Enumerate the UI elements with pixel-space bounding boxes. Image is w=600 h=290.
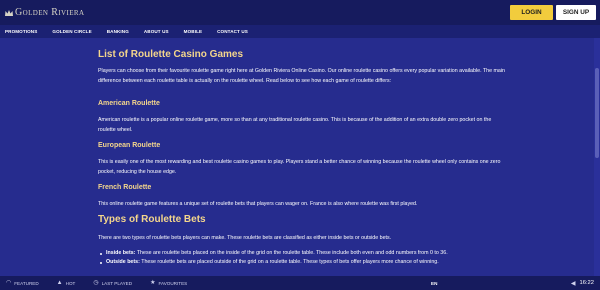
inside-bets-term: Inside bets: xyxy=(106,250,136,256)
outside-bets-text: These roulette bets are placed outside o… xyxy=(139,259,439,265)
scrollbar-thumb[interactable] xyxy=(595,68,599,158)
wifi-icon: ◠ xyxy=(6,280,12,286)
clock-time: 16:22 xyxy=(579,280,594,286)
types-intro: There are two types of roulette bets pla… xyxy=(98,235,392,241)
login-button[interactable]: LOGIN xyxy=(510,5,553,20)
nav-item-golden-circle[interactable]: GOLDEN CIRCLE xyxy=(52,29,91,34)
crown-icon xyxy=(5,9,13,16)
brand-logo[interactable]: Golden Riviera xyxy=(4,4,84,21)
types-title: Types of Roulette Bets xyxy=(98,214,206,225)
footer-last-played-label: LAST PLAYED xyxy=(101,280,133,286)
footer-featured-label: FEATURED xyxy=(14,280,39,286)
outside-bets-term: Outside bets: xyxy=(106,259,140,265)
footer-favourites[interactable]: ★ FAVOURITES xyxy=(150,280,187,286)
site-header: Golden Riviera LOGIN SIGN UP xyxy=(0,0,600,25)
flame-icon: ▲ xyxy=(56,280,63,286)
page-scrollbar[interactable] xyxy=(594,38,600,276)
american-roulette-text: American roulette is a popular online ro… xyxy=(98,117,492,133)
nav-item-about-us[interactable]: ABOUT US xyxy=(144,29,169,34)
french-roulette-heading: French Roulette xyxy=(98,184,152,191)
language-selector[interactable]: EN xyxy=(431,276,437,290)
intro-paragraph: Players can choose from their favourite … xyxy=(98,68,505,84)
main-nav: PROMOTIONS GOLDEN CIRCLE BANKING ABOUT U… xyxy=(0,25,600,38)
article-content: List of Roulette Casino Games Players ca… xyxy=(0,38,600,276)
volume-icon[interactable]: ◀ xyxy=(571,280,576,287)
inside-bets-text: These are roulette bets placed on the in… xyxy=(135,250,448,256)
european-roulette-text: This is easily one of the most rewarding… xyxy=(98,159,501,175)
footer-featured[interactable]: ◠ FEATURED xyxy=(6,280,39,286)
game-footer-bar: ◠ FEATURED ▲ HOT ◷ LAST PLAYED ★ FAVOURI… xyxy=(0,276,600,290)
list-item: Inside bets: These are roulette bets pla… xyxy=(100,249,510,258)
footer-hot[interactable]: ▲ HOT xyxy=(57,280,76,286)
nav-item-mobile[interactable]: MOBILE xyxy=(184,29,202,34)
nav-item-promotions[interactable]: PROMOTIONS xyxy=(5,29,37,34)
clock-icon: ◷ xyxy=(93,280,99,286)
french-roulette-text: This online roulette game features a uni… xyxy=(98,201,418,207)
list-item: Outside bets: These roulette bets are pl… xyxy=(100,258,510,267)
nav-item-banking[interactable]: BANKING xyxy=(107,29,129,34)
footer-last-played[interactable]: ◷ LAST PLAYED xyxy=(93,280,132,286)
european-roulette-heading: European Roulette xyxy=(98,142,161,149)
footer-status: ◀ 16:22 xyxy=(571,276,594,290)
signup-button[interactable]: SIGN UP xyxy=(556,5,596,20)
footer-favourites-label: FAVOURITES xyxy=(158,280,188,286)
brand-name: Golden Riviera xyxy=(15,7,85,18)
nav-item-contact-us[interactable]: CONTACT US xyxy=(217,29,248,34)
page-title: List of Roulette Casino Games xyxy=(98,49,244,60)
footer-hot-label: HOT xyxy=(65,280,76,286)
bet-types-list: Inside bets: These are roulette bets pla… xyxy=(100,249,510,267)
star-icon: ★ xyxy=(150,280,156,286)
american-roulette-heading: American Roulette xyxy=(98,100,160,107)
